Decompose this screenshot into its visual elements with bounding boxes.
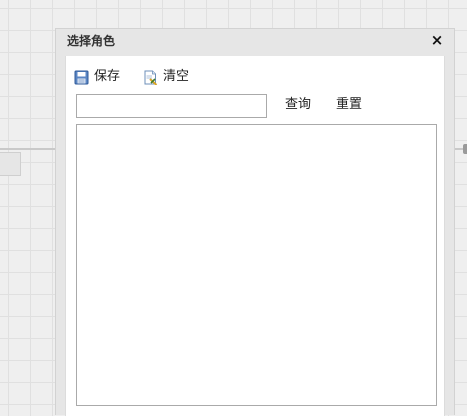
clear-document-icon [143,70,158,86]
reset-button[interactable]: 重置 [336,97,362,113]
search-input[interactable] [76,94,267,118]
save-label: 保存 [94,69,121,84]
query-button[interactable]: 查询 [285,97,311,113]
role-list[interactable] [76,124,437,406]
dialog-body: 保存 清空 查询 重置 [65,56,445,416]
select-role-dialog: 选择角色 × 保存 清空 查询 重置 [55,28,455,416]
background-handle [463,144,467,154]
dialog-title: 选择角色 [67,34,116,48]
background-tab [0,152,21,176]
clear-button[interactable]: 清空 [143,68,189,86]
clear-label: 清空 [163,69,190,84]
save-disk-icon [74,70,89,85]
toolbar: 保存 清空 [66,56,444,92]
close-icon[interactable]: × [429,31,445,49]
save-button[interactable]: 保存 [74,68,120,86]
search-row: 查询 重置 [76,94,446,118]
dialog-header[interactable]: 选择角色 × [56,29,454,55]
